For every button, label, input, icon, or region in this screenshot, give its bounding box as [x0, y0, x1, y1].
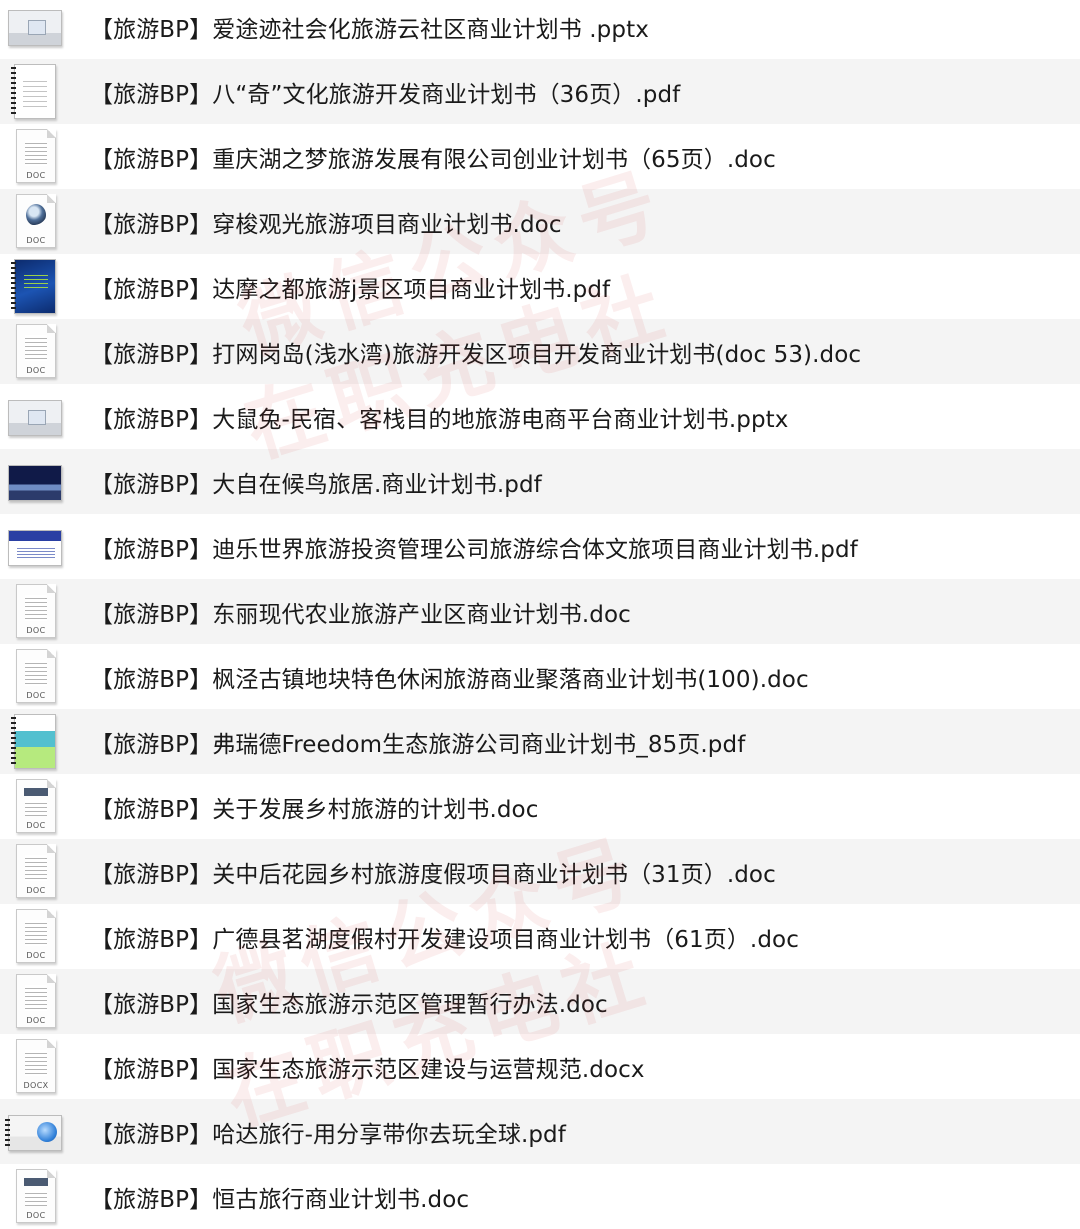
file-row[interactable]: DOC 【旅游BP】打网岗岛(浅水湾)旅游开发区项目开发商业计划书(doc 53)…: [0, 319, 1080, 384]
pdf-file-icon: [11, 64, 56, 119]
file-icon-cell: DOC: [0, 124, 90, 189]
file-name: 【旅游BP】哈达旅行-用分享带你去玩全球.pdf: [90, 1121, 566, 1148]
doc-file-icon: DOC: [16, 584, 56, 638]
file-row[interactable]: 【旅游BP】大自在候鸟旅居.商业计划书.pdf: [0, 449, 1080, 514]
pptx-file-icon: [8, 10, 62, 46]
file-icon-cell: [0, 384, 90, 449]
file-type-label: DOC: [26, 236, 46, 245]
doc-file-icon: DOC: [16, 194, 56, 248]
file-name: 【旅游BP】恒古旅行商业计划书.doc: [90, 1186, 470, 1213]
file-icon-cell: [0, 1099, 90, 1164]
file-icon-cell: [0, 449, 90, 514]
doc-file-icon: DOC: [16, 1169, 56, 1223]
file-name: 【旅游BP】关中后花园乡村旅游度假项目商业计划书（31页）.doc: [90, 861, 776, 888]
file-icon-cell: [0, 0, 90, 59]
doc-file-icon: DOC: [16, 324, 56, 378]
file-name: 【旅游BP】国家生态旅游示范区建设与运营规范.docx: [90, 1056, 645, 1083]
file-name: 【旅游BP】广德县茗湖度假村开发建设项目商业计划书（61页）.doc: [90, 926, 799, 953]
file-type-label: DOC: [26, 886, 46, 895]
file-row[interactable]: DOC 【旅游BP】恒古旅行商业计划书.doc: [0, 1164, 1080, 1229]
file-row[interactable]: DOCX 【旅游BP】国家生态旅游示范区建设与运营规范.docx: [0, 1034, 1080, 1099]
pptx-file-icon: [8, 400, 62, 436]
file-name: 【旅游BP】弗瑞德Freedom生态旅游公司商业计划书_85页.pdf: [90, 731, 746, 758]
thumbnail-image-icon: [24, 1178, 48, 1186]
docx-file-icon: DOCX: [16, 1039, 56, 1093]
file-name: 【旅游BP】关于发展乡村旅游的计划书.doc: [90, 796, 539, 823]
file-type-label: DOC: [26, 171, 46, 180]
file-icon-cell: DOC: [0, 579, 90, 644]
doc-file-icon: DOC: [16, 129, 56, 183]
file-name: 【旅游BP】枫泾古镇地块特色休闲旅游商业聚落商业计划书(100).doc: [90, 666, 809, 693]
file-name: 【旅游BP】迪乐世界旅游投资管理公司旅游综合体文旅项目商业计划书.pdf: [90, 536, 858, 563]
file-name: 【旅游BP】穿梭观光旅游项目商业计划书.doc: [90, 211, 562, 238]
pdf-file-icon: [11, 714, 56, 769]
doc-file-icon: DOC: [16, 844, 56, 898]
file-list: 【旅游BP】爱途迹社会化旅游云社区商业计划书 .pptx 【旅游BP】八“奇”文化…: [0, 0, 1080, 1223]
file-icon-cell: DOC: [0, 839, 90, 904]
file-row[interactable]: DOC 【旅游BP】广德县茗湖度假村开发建设项目商业计划书（61页）.doc: [0, 904, 1080, 969]
file-row[interactable]: 【旅游BP】爱途迹社会化旅游云社区商业计划书 .pptx: [0, 0, 1080, 59]
file-icon-cell: [0, 59, 90, 124]
file-row[interactable]: DOC 【旅游BP】东丽现代农业旅游产业区商业计划书.doc: [0, 579, 1080, 644]
file-row[interactable]: DOC 【旅游BP】重庆湖之梦旅游发展有限公司创业计划书（65页）.doc: [0, 124, 1080, 189]
doc-file-icon: DOC: [16, 649, 56, 703]
file-type-label: DOC: [26, 626, 46, 635]
pdf-file-icon: [8, 530, 62, 566]
file-icon-cell: [0, 514, 90, 579]
file-type-label: DOC: [26, 951, 46, 960]
file-name: 【旅游BP】大鼠兔-民宿、客栈目的地旅游电商平台商业计划书.pptx: [90, 406, 789, 433]
file-icon-cell: [0, 254, 90, 319]
file-type-label: DOC: [26, 366, 46, 375]
doc-file-icon: DOC: [16, 974, 56, 1028]
doc-file-icon: DOC: [16, 779, 56, 833]
file-row[interactable]: 【旅游BP】八“奇”文化旅游开发商业计划书（36页）.pdf: [0, 59, 1080, 124]
file-name: 【旅游BP】爱途迹社会化旅游云社区商业计划书 .pptx: [90, 16, 649, 43]
file-row[interactable]: DOC 【旅游BP】关于发展乡村旅游的计划书.doc: [0, 774, 1080, 839]
file-type-label: DOCX: [23, 1081, 49, 1090]
file-icon-cell: DOC: [0, 319, 90, 384]
thumbnail-image-icon: [24, 788, 48, 796]
file-name: 【旅游BP】达摩之都旅游j景区项目商业计划书.pdf: [90, 276, 611, 303]
file-name: 【旅游BP】国家生态旅游示范区管理暂行办法.doc: [90, 991, 608, 1018]
pdf-file-icon: [11, 259, 56, 314]
file-row[interactable]: DOC 【旅游BP】国家生态旅游示范区管理暂行办法.doc: [0, 969, 1080, 1034]
file-row[interactable]: 【旅游BP】大鼠兔-民宿、客栈目的地旅游电商平台商业计划书.pptx: [0, 384, 1080, 449]
file-row[interactable]: 【旅游BP】达摩之都旅游j景区项目商业计划书.pdf: [0, 254, 1080, 319]
file-row[interactable]: 【旅游BP】弗瑞德Freedom生态旅游公司商业计划书_85页.pdf: [0, 709, 1080, 774]
pdf-file-icon: [5, 1115, 62, 1151]
file-row[interactable]: DOC 【旅游BP】关中后花园乡村旅游度假项目商业计划书（31页）.doc: [0, 839, 1080, 904]
file-row[interactable]: 【旅游BP】迪乐世界旅游投资管理公司旅游综合体文旅项目商业计划书.pdf: [0, 514, 1080, 579]
file-row[interactable]: DOC 【旅游BP】穿梭观光旅游项目商业计划书.doc: [0, 189, 1080, 254]
file-name: 【旅游BP】重庆湖之梦旅游发展有限公司创业计划书（65页）.doc: [90, 146, 776, 173]
file-icon-cell: DOC: [0, 904, 90, 969]
file-type-label: DOC: [26, 1016, 46, 1025]
file-icon-cell: DOC: [0, 969, 90, 1034]
file-icon-cell: DOC: [0, 189, 90, 254]
file-icon-cell: DOCX: [0, 1034, 90, 1099]
file-icon-cell: DOC: [0, 644, 90, 709]
file-row[interactable]: 【旅游BP】哈达旅行-用分享带你去玩全球.pdf: [0, 1099, 1080, 1164]
file-name: 【旅游BP】大自在候鸟旅居.商业计划书.pdf: [90, 471, 542, 498]
file-type-label: DOC: [26, 1211, 46, 1220]
file-name: 【旅游BP】东丽现代农业旅游产业区商业计划书.doc: [90, 601, 631, 628]
thumbnail-photo-icon: [26, 204, 46, 226]
pdf-file-icon: [8, 465, 62, 501]
file-name: 【旅游BP】八“奇”文化旅游开发商业计划书（36页）.pdf: [90, 81, 681, 108]
file-icon-cell: [0, 709, 90, 774]
file-icon-cell: DOC: [0, 774, 90, 839]
file-row[interactable]: DOC 【旅游BP】枫泾古镇地块特色休闲旅游商业聚落商业计划书(100).doc: [0, 644, 1080, 709]
file-type-label: DOC: [26, 691, 46, 700]
file-type-label: DOC: [26, 821, 46, 830]
file-icon-cell: DOC: [0, 1164, 90, 1229]
file-name: 【旅游BP】打网岗岛(浅水湾)旅游开发区项目开发商业计划书(doc 53).do…: [90, 341, 862, 368]
doc-file-icon: DOC: [16, 909, 56, 963]
